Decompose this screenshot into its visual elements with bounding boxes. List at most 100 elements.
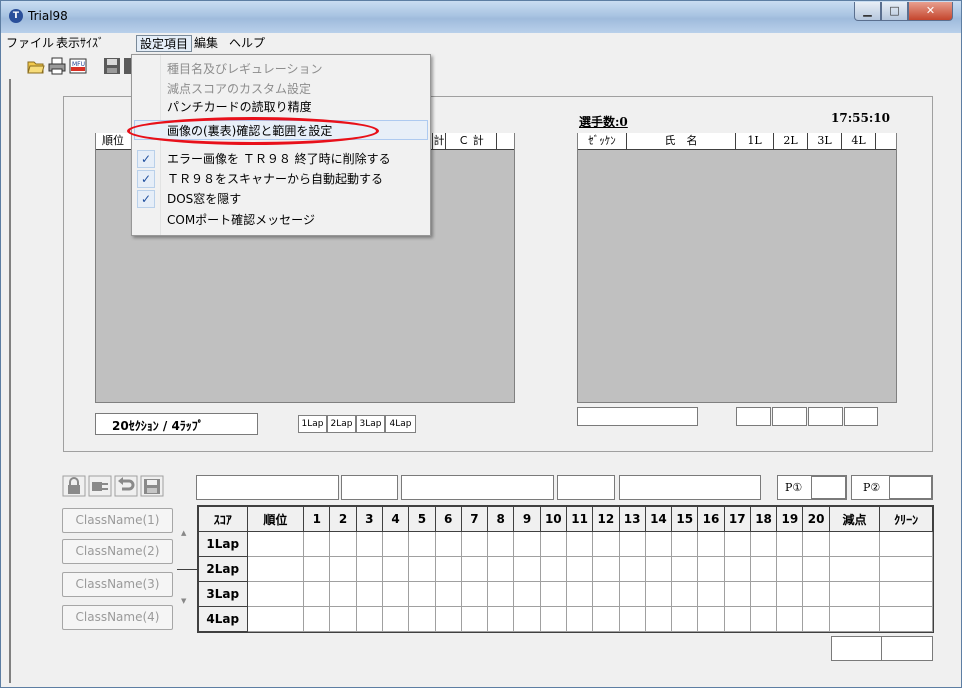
sections-laps-box: 20ｾｸｼｮﾝ / 4ﾗｯﾌﾟ xyxy=(95,413,258,435)
grid-header-score: ｽｺｱ xyxy=(198,506,248,532)
dropdown-item-label: COMポート確認メッセージ xyxy=(167,213,315,227)
undo-icon[interactable] xyxy=(114,475,138,497)
grid-header-sec2: 2 xyxy=(329,506,357,532)
p2-label: P② xyxy=(863,481,881,494)
lap-button-2[interactable]: 2Lap xyxy=(327,415,356,433)
grid-row-label: 2Lap xyxy=(198,556,248,582)
event-field-4[interactable] xyxy=(557,475,615,500)
p2-field[interactable] xyxy=(889,476,932,499)
grid-row-label: 4Lap xyxy=(198,606,248,632)
plug-icon[interactable] xyxy=(88,475,112,497)
grid-header-sec6: 6 xyxy=(434,506,462,532)
dropdown-item-label: 減点スコアのカスタム設定 xyxy=(167,82,312,96)
dropdown-item-punchcard-accuracy[interactable]: パンチカードの読取り精度 xyxy=(132,99,430,113)
menu-edit[interactable]: 編集 xyxy=(191,35,221,52)
mfu-icon[interactable]: MFU xyxy=(69,57,87,75)
lap-button-4[interactable]: 4Lap xyxy=(385,415,416,433)
dropdown-item-auto-start[interactable]: ✓ ＴＲ９８をスキャナーから自動起動する xyxy=(132,169,430,189)
header-c-total: Ｃ 計 xyxy=(446,133,497,149)
menu-view-size[interactable]: 表示ｻｲｽﾞ xyxy=(53,35,107,52)
event-field-5[interactable] xyxy=(619,475,761,500)
lock-icon[interactable] xyxy=(62,475,86,497)
total-clean-field[interactable] xyxy=(881,636,933,661)
dropdown-item-label: 種目名及びレギュレーション xyxy=(167,62,323,76)
header-3l: 3L xyxy=(808,133,842,149)
grid-header-sec18: 18 xyxy=(749,506,778,532)
event-field-3[interactable] xyxy=(401,475,554,500)
menu-file[interactable]: ファイル xyxy=(3,35,57,52)
dropdown-item-event-regulation[interactable]: 種目名及びレギュレーション xyxy=(132,59,430,79)
lap3-field[interactable] xyxy=(808,407,843,426)
maximize-button[interactable]: □ xyxy=(881,2,908,21)
grid-header-sec3: 3 xyxy=(355,506,383,532)
player-name-field[interactable] xyxy=(577,407,698,426)
minimize-button[interactable]: ▁ xyxy=(854,2,881,21)
player-header: ｾﾞｯｹﾝ 氏 名 1L 2L 3L 4L xyxy=(578,133,896,150)
grid-header-sec5: 5 xyxy=(408,506,436,532)
grid-row-label: 1Lap xyxy=(198,531,248,557)
highlight-ellipse xyxy=(127,117,379,145)
clock-label: 17:55:10 xyxy=(831,111,890,125)
dropdown-item-hide-dos[interactable]: ✓ DOS窓を隠す xyxy=(132,189,430,209)
class-button-4[interactable]: ClassName(4) xyxy=(62,605,173,630)
save-icon[interactable] xyxy=(103,57,121,75)
grid-row-lap3: 3Lap xyxy=(198,581,933,607)
header-total: 計 xyxy=(432,133,446,149)
player-count-label: 選手数:0 xyxy=(579,115,628,129)
grid-header-sec8: 8 xyxy=(487,506,515,532)
lap-button-3[interactable]: 3Lap xyxy=(356,415,385,433)
checkmark-icon: ✓ xyxy=(137,190,155,208)
grid-header-sec20: 20 xyxy=(802,506,830,532)
grid-header-sec13: 13 xyxy=(618,506,646,532)
print-icon[interactable] xyxy=(48,57,66,75)
scroll-up-icon[interactable]: ▲ xyxy=(181,529,186,537)
grid-row-lap1: 1Lap xyxy=(198,531,933,557)
header-name: 氏 名 xyxy=(627,133,736,149)
class-button-3[interactable]: ClassName(3) xyxy=(62,572,173,597)
header-4l: 4L xyxy=(842,133,876,149)
dropdown-item-label: パンチカードの読取り精度 xyxy=(167,100,312,113)
grid-header-row: ｽｺｱ 順位 1 2 3 4 5 6 7 8 9 10 11 12 13 14 … xyxy=(198,506,933,532)
window-controls: ▁ □ ✕ xyxy=(854,2,953,22)
dropdown-item-com-port-message[interactable]: COMポート確認メッセージ xyxy=(132,210,430,230)
menu-settings[interactable]: 設定項目 xyxy=(136,35,193,52)
class-button-1[interactable]: ClassName(1) xyxy=(62,508,173,533)
event-field-2[interactable] xyxy=(341,475,398,500)
title-bar: T Trial98 ▁ □ ✕ xyxy=(1,1,961,33)
grid-header-sec16: 16 xyxy=(697,506,725,532)
close-button[interactable]: ✕ xyxy=(908,2,953,21)
dropdown-item-custom-penalty[interactable]: 減点スコアのカスタム設定 xyxy=(132,79,430,99)
open-folder-icon[interactable] xyxy=(27,57,45,75)
dropdown-item-label: ＴＲ９８をスキャナーから自動起動する xyxy=(167,172,384,186)
sections-laps-label: 20ｾｸｼｮﾝ / 4ﾗｯﾌﾟ xyxy=(112,419,204,433)
menu-bar: ファイル 表示ｻｲｽﾞ 設定項目 編集 ヘルプ xyxy=(1,33,961,53)
header-2l: 2L xyxy=(774,133,808,149)
grid-row-lap2: 2Lap xyxy=(198,556,933,582)
score-grid: ｽｺｱ 順位 1 2 3 4 5 6 7 8 9 10 11 12 13 14 … xyxy=(197,505,934,633)
lap4-field[interactable] xyxy=(844,407,878,426)
lap2-field[interactable] xyxy=(772,407,807,426)
lap1-field[interactable] xyxy=(736,407,771,426)
lap-button-1[interactable]: 1Lap xyxy=(298,415,327,433)
dropdown-item-label: DOS窓を隠す xyxy=(167,192,242,206)
grid-header-sec9: 9 xyxy=(513,506,541,532)
window-title: Trial98 xyxy=(28,9,68,23)
grid-header-sec19: 19 xyxy=(776,506,804,532)
scroll-down-icon[interactable]: ▼ xyxy=(181,597,186,605)
grid-header-sec11: 11 xyxy=(565,506,594,532)
settings-dropdown: 種目名及びレギュレーション 減点スコアのカスタム設定 パンチカードの読取り精度 … xyxy=(131,54,431,236)
p1-field[interactable] xyxy=(811,476,846,499)
menu-help[interactable]: ヘルプ xyxy=(226,35,268,52)
save-disk-icon[interactable] xyxy=(140,475,164,497)
grid-header-sec15: 15 xyxy=(671,506,699,532)
grid-header-rank: 順位 xyxy=(246,506,305,532)
total-penalty-field[interactable] xyxy=(831,636,882,661)
class-button-2[interactable]: ClassName(2) xyxy=(62,539,173,564)
grid-header-sec14: 14 xyxy=(644,506,673,532)
grid-header-sec12: 12 xyxy=(592,506,620,532)
header-1l: 1L xyxy=(736,133,774,149)
event-field-1[interactable] xyxy=(196,475,339,500)
grid-header-sec1: 1 xyxy=(303,506,331,532)
grid-header-penalty: 減点 xyxy=(828,506,881,532)
dropdown-item-delete-error-images[interactable]: ✓ エラー画像を ＴＲ９８ 終了時に削除する xyxy=(132,149,430,169)
